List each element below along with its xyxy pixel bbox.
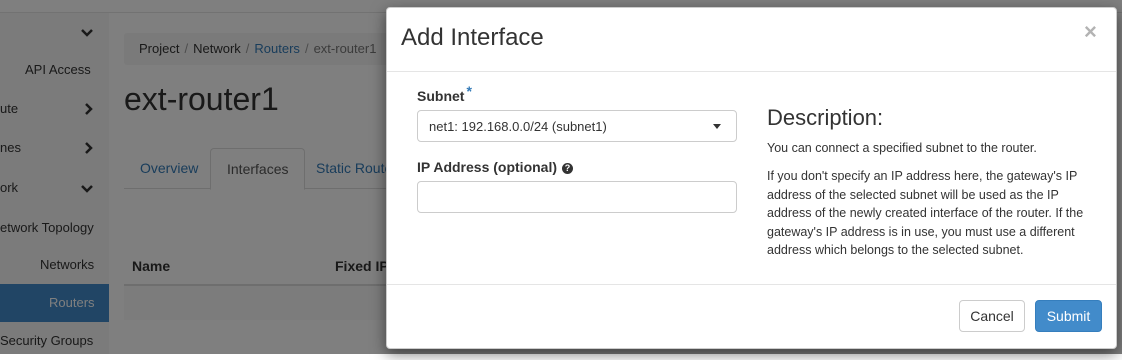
subnet-label-text: Subnet: [417, 88, 465, 104]
add-interface-dialog: Add Interface × Subnet * net1: 192.168.0.…: [386, 7, 1117, 349]
submit-button[interactable]: Submit: [1035, 300, 1102, 332]
subnet-select[interactable]: net1: 192.168.0.0/24 (subnet1): [417, 110, 737, 142]
subnet-label: Subnet *: [417, 83, 472, 104]
modal-header: Add Interface ×: [387, 8, 1116, 72]
subnet-select-value: net1: 192.168.0.0/24 (subnet1): [429, 119, 607, 134]
ip-address-label-text: IP Address (optional): [417, 159, 558, 175]
description-paragraph-2: If you don't specify an IP address here,…: [767, 169, 1084, 257]
close-icon[interactable]: ×: [1084, 19, 1097, 45]
question-circle-icon[interactable]: ?: [562, 163, 574, 174]
description-paragraph-1: You can connect a specified subnet to th…: [767, 141, 1037, 155]
modal-footer: Cancel Submit: [387, 284, 1116, 348]
caret-down-icon: [713, 124, 721, 129]
required-mark: *: [466, 83, 472, 99]
ip-address-label: IP Address (optional)?: [417, 159, 574, 175]
ip-address-input[interactable]: [417, 181, 737, 213]
description-title: Description:: [767, 105, 884, 130]
cancel-button[interactable]: Cancel: [959, 300, 1025, 332]
modal-title: Add Interface: [401, 24, 544, 51]
